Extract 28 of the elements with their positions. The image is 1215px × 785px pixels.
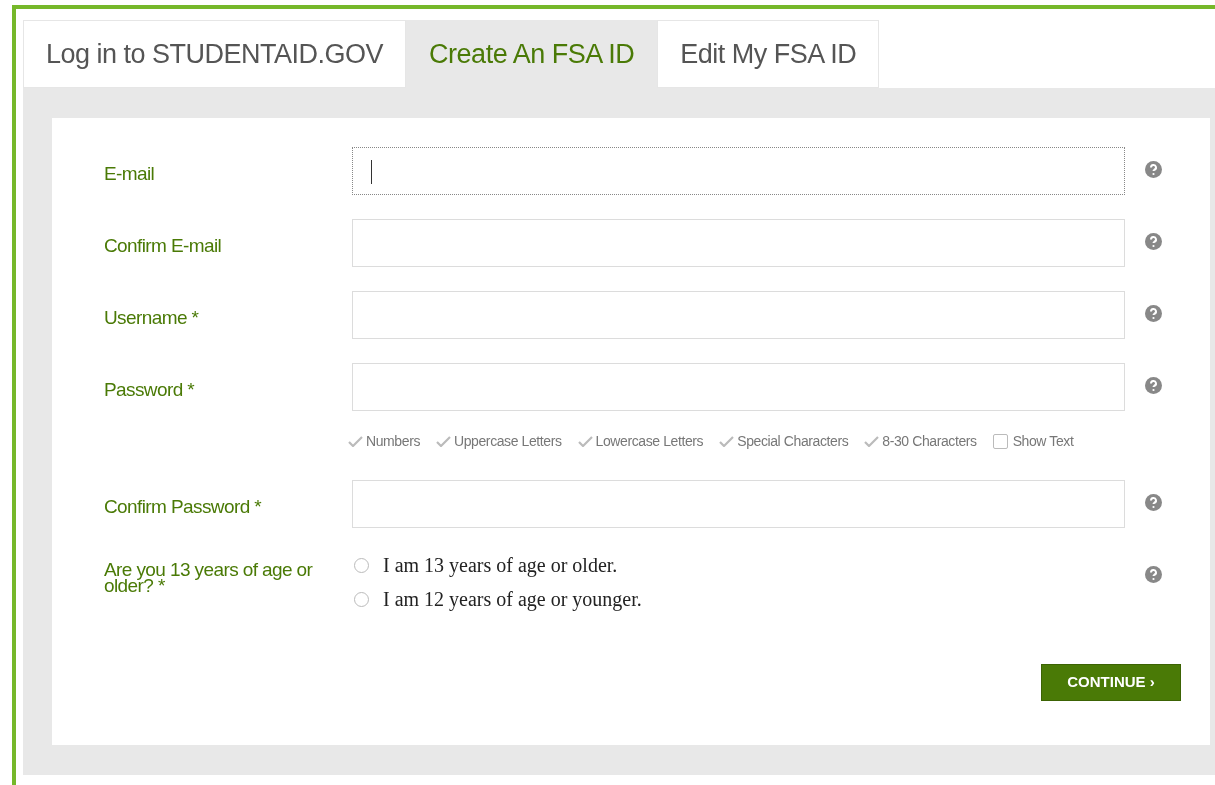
field-label: Confirm E-mail [104, 234, 222, 258]
radio-label: I am 12 years of age or younger. [383, 587, 642, 613]
requirement-label: Numbers [366, 432, 420, 451]
help-icon[interactable] [1145, 305, 1162, 322]
help-icon[interactable] [1145, 233, 1162, 250]
input-field[interactable] [352, 147, 1125, 195]
field-label: E-mail [104, 162, 155, 186]
help-icon[interactable] [1145, 494, 1162, 511]
requirement-label: Uppercase Letters [454, 432, 562, 451]
field-label: Username * [104, 306, 199, 330]
tab[interactable]: Log in to STUDENTAID.GOV [23, 20, 407, 88]
help-icon[interactable] [1145, 377, 1162, 394]
field-label: Password * [104, 378, 195, 402]
continue-button[interactable]: CONTINUE › [1041, 664, 1181, 701]
tab[interactable]: Create An FSA ID [406, 20, 658, 88]
radio-button[interactable] [354, 591, 369, 607]
checkbox[interactable] [992, 434, 1008, 449]
checkbox-label: Show Text [1012, 432, 1074, 451]
requirement-label: 8-30 Characters [882, 432, 977, 451]
requirement-label: Special Characters [737, 432, 849, 451]
requirement-label: Lowercase Letters [595, 432, 704, 451]
radio-button[interactable] [354, 557, 369, 573]
help-icon[interactable] [1145, 161, 1162, 178]
radio-label: I am 13 years of age or older. [383, 553, 618, 579]
field-label: Confirm Password * [104, 495, 262, 519]
tab[interactable]: Edit My FSA ID [657, 20, 880, 88]
help-icon[interactable] [1145, 566, 1162, 583]
field-label: Are you 13 years of age or older? * [104, 562, 314, 594]
